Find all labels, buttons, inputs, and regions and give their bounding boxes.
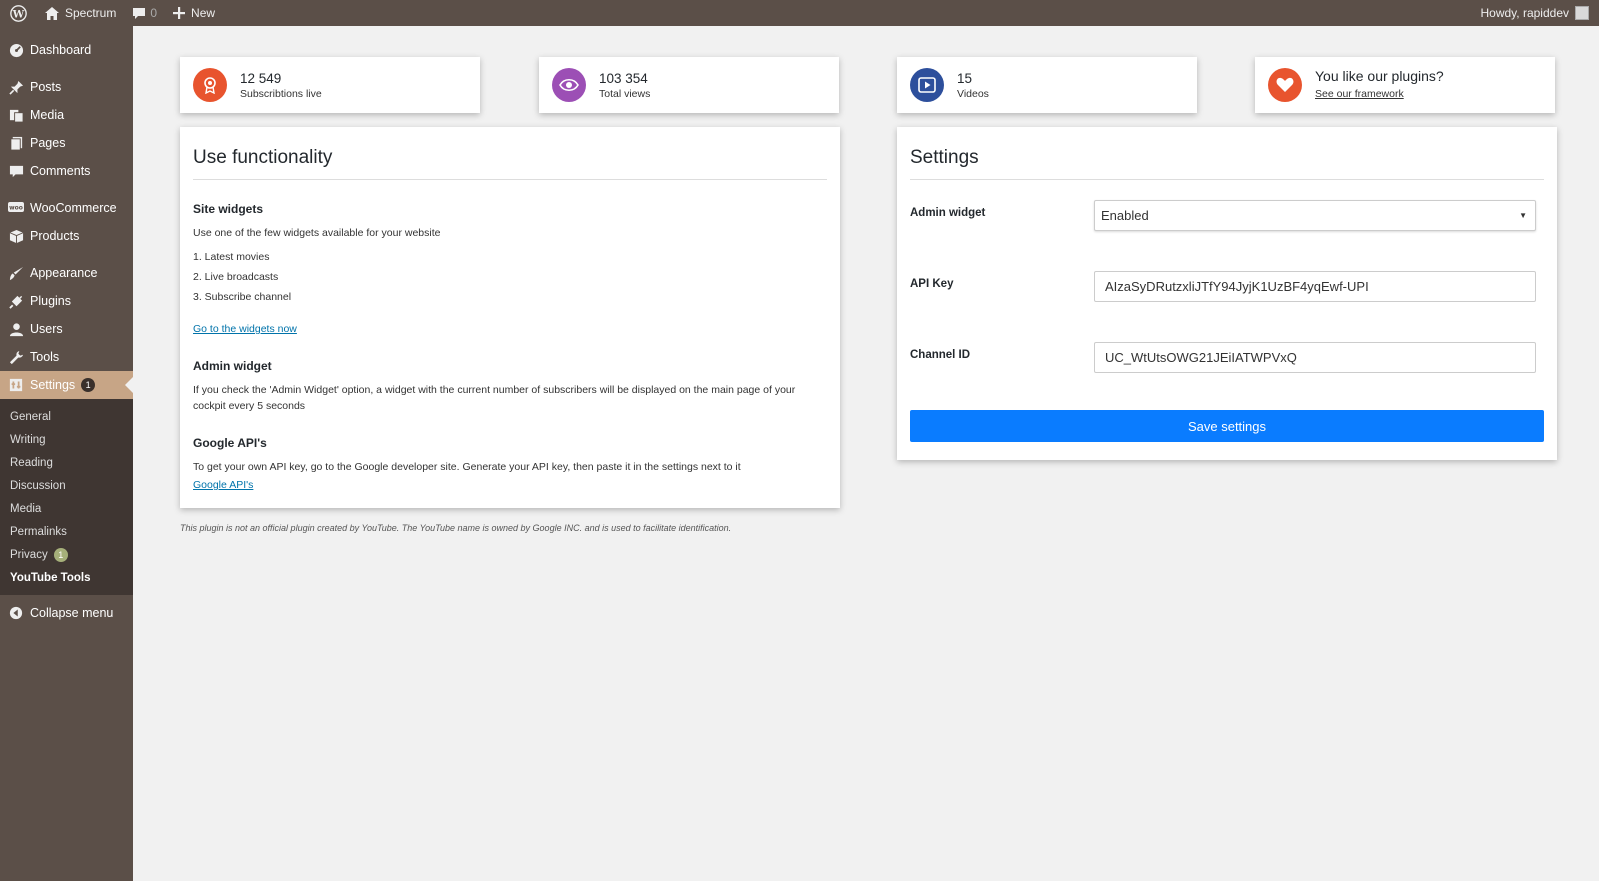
box-icon xyxy=(8,228,24,244)
plus-icon xyxy=(173,7,186,19)
admin-sidebar: Dashboard Posts Media Pages Comments woo… xyxy=(0,26,133,881)
functionality-title: Use functionality xyxy=(193,147,827,180)
admin-widget-select[interactable]: Enabled ▼ xyxy=(1094,200,1536,231)
comments-count: 0 xyxy=(150,6,158,20)
wrench-icon xyxy=(8,349,24,365)
google-api-link[interactable]: Google API's xyxy=(193,479,253,491)
howdy-text: Howdy, rapiddev xyxy=(1480,6,1570,20)
menu-products[interactable]: Products xyxy=(0,222,133,250)
wordpress-logo-icon[interactable]: W xyxy=(0,0,37,26)
promo-card: You like our plugins? See our framework xyxy=(1255,57,1555,113)
settings-icon xyxy=(8,377,24,393)
submenu-media[interactable]: Media xyxy=(0,497,133,520)
svg-text:W: W xyxy=(12,8,25,20)
disclaimer-text: This plugin is not an official plugin cr… xyxy=(180,523,732,533)
list-item: 3. Subscribe channel xyxy=(193,291,292,303)
views-value: 103 354 xyxy=(599,70,648,86)
menu-dashboard[interactable]: Dashboard xyxy=(0,36,133,64)
functionality-panel: Use functionality Site widgets Use one o… xyxy=(180,127,840,508)
api-key-input[interactable]: AIzaSyDRutzxliJTfY94JyjK1UzBF4yqEwf-UPI xyxy=(1094,271,1536,302)
stat-card-videos: 15 Videos xyxy=(897,57,1197,113)
collapse-arrow-icon xyxy=(8,605,24,621)
avatar xyxy=(1575,6,1589,20)
pages-icon xyxy=(8,135,24,151)
views-label: Total views xyxy=(599,87,651,100)
admin-widget-value: Enabled xyxy=(1101,208,1149,223)
woo-icon: woo xyxy=(8,200,24,216)
channel-id-label: Channel ID xyxy=(910,349,971,361)
heart-icon xyxy=(1268,68,1302,102)
site-name-link[interactable]: Spectrum xyxy=(37,0,124,26)
menu-appearance[interactable]: Appearance xyxy=(0,259,133,287)
svg-text:woo: woo xyxy=(9,205,23,212)
videos-value: 15 xyxy=(957,70,973,86)
submenu-writing[interactable]: Writing xyxy=(0,428,133,451)
brush-icon xyxy=(8,265,24,281)
submenu-youtube-tools[interactable]: YouTube Tools xyxy=(0,566,133,589)
new-label: New xyxy=(191,6,216,20)
privacy-badge: 1 xyxy=(53,547,68,562)
channel-id-input[interactable]: UC_WtUtsOWG21JEiIATWPVxQ xyxy=(1094,342,1536,373)
new-content-link[interactable]: New xyxy=(165,0,223,26)
menu-settings[interactable]: Settings 1 xyxy=(0,371,133,399)
menu-pages[interactable]: Pages xyxy=(0,129,133,157)
settings-title: Settings xyxy=(910,147,1544,180)
menu-media[interactable]: Media xyxy=(0,101,133,129)
submenu-permalinks[interactable]: Permalinks xyxy=(0,520,133,543)
my-account[interactable]: Howdy, rapiddev xyxy=(1481,6,1599,20)
collapse-menu-button[interactable]: Collapse menu xyxy=(0,599,133,627)
menu-plugins[interactable]: Plugins xyxy=(0,287,133,315)
admin-widget-heading: Admin widget xyxy=(193,359,272,373)
comments-link[interactable]: 0 xyxy=(124,0,165,26)
google-api-text: To get your own API key, go to the Googl… xyxy=(193,461,741,473)
channel-id-row: Channel ID UC_WtUtsOWG21JEiIATWPVxQ xyxy=(910,342,1544,413)
pin-icon xyxy=(8,79,24,95)
admin-widget-label: Admin widget xyxy=(910,207,986,219)
list-item: 1. Latest movies xyxy=(193,251,270,263)
videos-label: Videos xyxy=(957,87,989,100)
dropdown-arrow-icon: ▼ xyxy=(1519,211,1527,220)
settings-update-badge: 1 xyxy=(81,378,96,392)
submenu-reading[interactable]: Reading xyxy=(0,451,133,474)
subscriptions-value: 12 549 xyxy=(240,70,282,86)
eye-icon xyxy=(552,68,586,102)
framework-link[interactable]: See our framework xyxy=(1315,88,1404,100)
media-icon xyxy=(8,107,24,123)
dashboard-icon xyxy=(8,42,24,58)
submenu-privacy[interactable]: Privacy 1 xyxy=(0,543,133,566)
admin-bar: W Spectrum 0 New Howdy, rapiddev xyxy=(0,0,1599,26)
settings-panel: Settings Admin widget Enabled ▼ API Key … xyxy=(897,127,1557,460)
menu-comments[interactable]: Comments xyxy=(0,157,133,185)
stat-card-subscriptions: 12 549 Subscribtions live xyxy=(180,57,480,113)
settings-submenu: General Writing Reading Discussion Media… xyxy=(0,399,133,595)
menu-tools[interactable]: Tools xyxy=(0,343,133,371)
promo-title: You like our plugins? xyxy=(1315,68,1444,84)
award-icon xyxy=(193,68,227,102)
user-icon xyxy=(8,321,24,337)
google-api-heading: Google API's xyxy=(193,436,267,450)
submenu-general[interactable]: General xyxy=(0,405,133,428)
api-key-row: API Key AIzaSyDRutzxliJTfY94JyjK1UzBF4yq… xyxy=(910,271,1544,342)
subscriptions-label: Subscribtions live xyxy=(240,87,322,100)
submenu-discussion[interactable]: Discussion xyxy=(0,474,133,497)
site-widgets-heading: Site widgets xyxy=(193,202,264,216)
save-settings-button[interactable]: Save settings xyxy=(910,410,1544,442)
plug-icon xyxy=(8,293,24,309)
menu-woocommerce[interactable]: woo WooCommerce xyxy=(0,194,133,222)
video-play-icon xyxy=(910,68,944,102)
widgets-link[interactable]: Go to the widgets now xyxy=(193,323,297,335)
api-key-label: API Key xyxy=(910,278,954,290)
comment-icon xyxy=(8,163,24,179)
menu-users[interactable]: Users xyxy=(0,315,133,343)
widget-list: 1. Latest movies 2. Live broadcasts 3. S… xyxy=(193,251,827,311)
menu-posts[interactable]: Posts xyxy=(0,73,133,101)
list-item: 2. Live broadcasts xyxy=(193,271,279,283)
admin-widget-row: Admin widget Enabled ▼ xyxy=(910,200,1544,271)
admin-widget-text: If you check the 'Admin Widget' option, … xyxy=(193,384,796,412)
home-icon xyxy=(45,6,59,20)
stat-card-views: 103 354 Total views xyxy=(539,57,839,113)
site-widgets-text: Use one of the few widgets available for… xyxy=(193,227,441,239)
site-name: Spectrum xyxy=(65,6,117,20)
comment-bubble-icon xyxy=(132,7,146,20)
